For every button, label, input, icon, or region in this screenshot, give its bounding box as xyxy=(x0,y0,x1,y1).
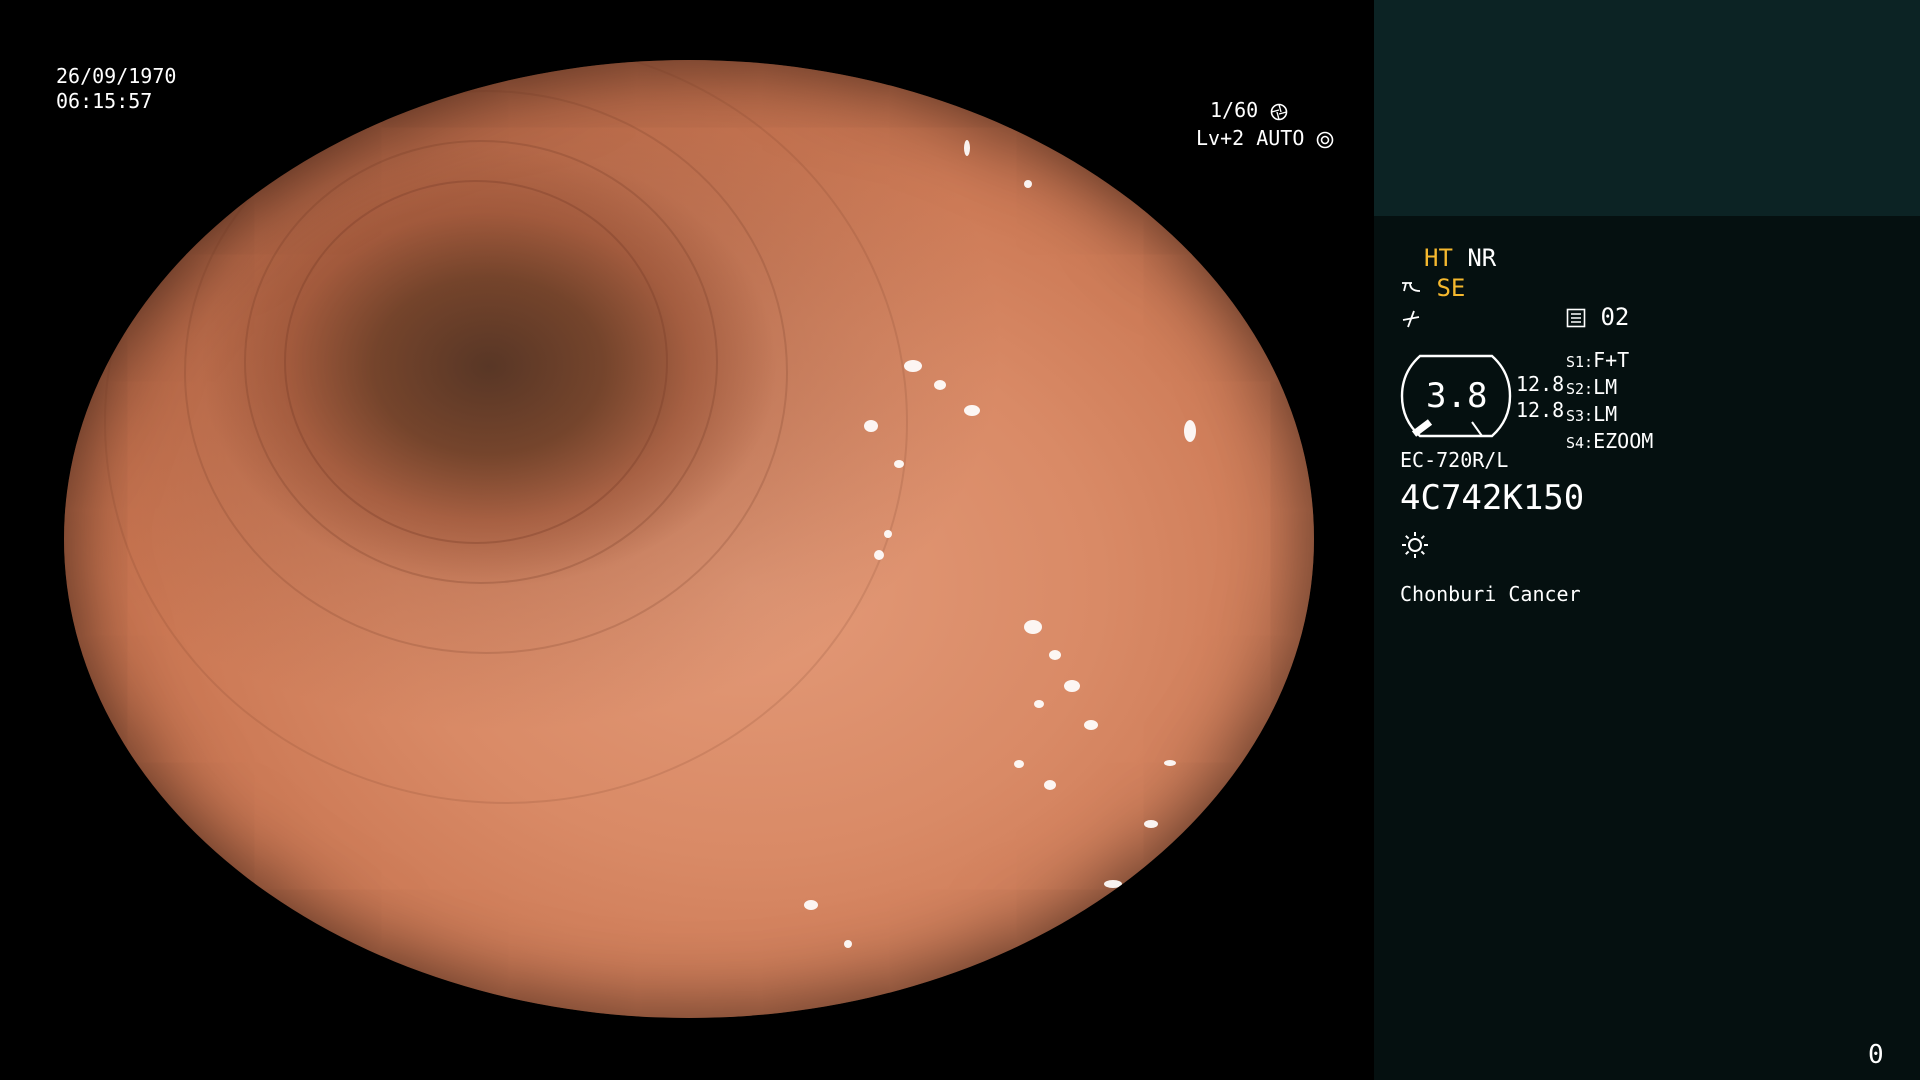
light-status xyxy=(1400,530,1430,560)
gauge-left-bottom: 12.8 xyxy=(1516,398,1565,422)
sidebar-header-area xyxy=(1374,0,1920,216)
se-indicator: SE xyxy=(1436,274,1466,302)
specular-highlight xyxy=(1184,420,1196,442)
frame-mask-bottom xyxy=(0,1018,1374,1080)
switch-value: F+T xyxy=(1593,348,1630,372)
switch-item: S2:LM xyxy=(1566,375,1653,402)
light-icon xyxy=(1402,532,1428,558)
specular-highlight xyxy=(1049,650,1061,660)
specular-highlight xyxy=(1084,720,1098,730)
specular-highlight xyxy=(1034,700,1044,708)
capture-time: 06:15:57 xyxy=(56,89,153,113)
switch-label: S2: xyxy=(1566,380,1594,398)
color-icon xyxy=(1402,310,1420,328)
specular-highlight xyxy=(1064,680,1080,692)
shutter-value: 1/60 xyxy=(1210,98,1259,122)
specular-highlight xyxy=(964,140,970,156)
mucosal-fold xyxy=(104,60,908,804)
specular-highlight xyxy=(1044,780,1056,790)
switch-label: S3: xyxy=(1566,407,1594,425)
specular-highlight xyxy=(964,405,980,416)
switch-label: S4: xyxy=(1566,434,1594,452)
institution-name: Chonburi Cancer xyxy=(1400,582,1581,606)
specular-highlight xyxy=(1014,760,1024,768)
switch-item: S3:LM xyxy=(1566,402,1653,429)
exposure-level: Lv+2 AUTO xyxy=(1196,126,1334,151)
enhancement-status: HT NR xyxy=(1424,244,1496,272)
endoscope-viewport: 26/09/1970 06:15:57 1/60 Lv+2 AUTO xyxy=(0,0,1374,1080)
frame-mask-top xyxy=(0,0,1374,60)
specular-highlight xyxy=(884,530,892,538)
switch-list: S1:F+T S2:LM S3:LM S4:EZOOM xyxy=(1566,348,1653,456)
nr-indicator: NR xyxy=(1467,244,1497,272)
switch-label: S1: xyxy=(1566,353,1594,371)
shutter-speed: 1/60 xyxy=(1210,98,1288,123)
switch-item: S1:F+T xyxy=(1566,348,1653,375)
specular-highlight xyxy=(1164,760,1176,766)
specular-highlight xyxy=(1024,180,1032,188)
memory-number: 02 xyxy=(1600,303,1630,331)
capture-date: 26/09/1970 xyxy=(56,64,177,88)
ht-indicator: HT xyxy=(1424,244,1453,272)
iris-icon xyxy=(1317,131,1334,148)
specular-highlight xyxy=(1024,620,1042,634)
gauge-value: 3.8 xyxy=(1426,376,1488,416)
structure-enhancement: SE xyxy=(1400,274,1465,302)
switch-value: EZOOM xyxy=(1593,429,1654,453)
memory-slot: 02 xyxy=(1566,305,1629,330)
specular-highlight xyxy=(904,360,922,372)
switch-value: LM xyxy=(1593,375,1618,399)
scope-model: EC-720R/L xyxy=(1400,448,1509,472)
endoscopic-image xyxy=(64,60,1314,1018)
specular-highlight xyxy=(864,420,878,432)
switch-value: LM xyxy=(1593,402,1618,426)
memory-icon xyxy=(1566,308,1586,328)
specular-highlight xyxy=(874,550,884,560)
scope-serial: 4C742K150 xyxy=(1400,478,1585,518)
aperture-icon xyxy=(1270,103,1288,120)
structure-enhance-icon xyxy=(1402,282,1421,292)
specular-highlight xyxy=(1104,880,1122,888)
info-sidebar xyxy=(1374,216,1920,1080)
exposure-mode: AUTO xyxy=(1256,126,1305,150)
switch-item: S4:EZOOM xyxy=(1566,429,1653,456)
specular-highlight xyxy=(1144,820,1158,828)
specular-highlight xyxy=(844,940,852,948)
image-counter: 0 xyxy=(1868,1040,1884,1070)
specular-highlight xyxy=(804,900,818,910)
specular-highlight xyxy=(934,380,946,390)
color-setting xyxy=(1400,306,1422,331)
gauge-left-top: 12.8 xyxy=(1516,372,1565,396)
specular-highlight xyxy=(894,460,904,468)
level-value: Lv+2 xyxy=(1196,126,1245,150)
